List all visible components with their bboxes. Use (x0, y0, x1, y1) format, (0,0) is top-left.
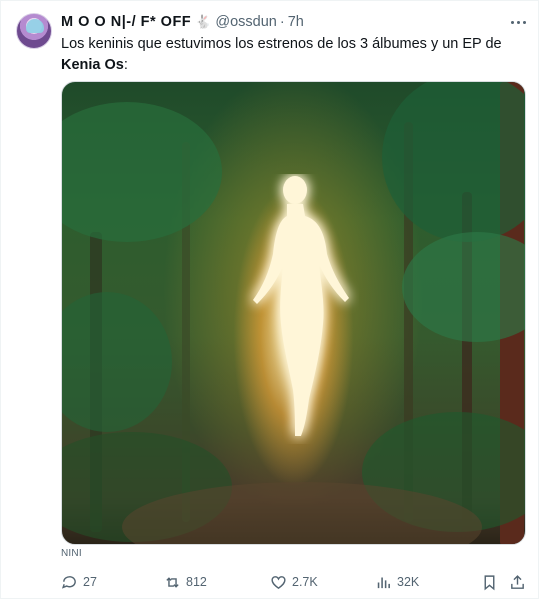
tweet-header: M O O N|-/ F* OFF 🐇 @ossdun · 7h (61, 12, 304, 32)
views-count: 32K (397, 575, 420, 589)
more-options-icon[interactable] (508, 13, 528, 31)
views-bar-chart-icon (377, 577, 390, 588)
timestamp[interactable]: 7h (288, 14, 304, 30)
tweet-text-end: : (123, 57, 128, 73)
tweet-text-plain: Los keninis que estuvimos los estrenos d… (61, 36, 502, 52)
separator-dot: · (279, 14, 285, 30)
foliage (62, 102, 222, 242)
share-icon (511, 574, 524, 589)
like-button[interactable]: 2.7K (270, 572, 318, 592)
tweet-text-bold[interactable]: Kenia Os (61, 57, 124, 73)
bookmark-button[interactable] (481, 572, 498, 592)
heart-icon (271, 575, 286, 589)
tweet-card[interactable]: M O O N|-/ F* OFF 🐇 @ossdun · 7h Los ken… (0, 0, 539, 599)
share-button[interactable] (509, 572, 526, 592)
retweet-count: 812 (186, 575, 207, 589)
reply-button[interactable]: 27 (61, 572, 97, 592)
tweet-media-image[interactable] (61, 81, 526, 545)
bookmark-icon (484, 574, 495, 590)
media-alt-label[interactable]: NINI (61, 548, 82, 559)
avatar[interactable] (16, 13, 52, 49)
glowing-figure (252, 176, 349, 436)
foliage (402, 232, 525, 342)
like-count: 2.7K (292, 575, 318, 589)
foliage (62, 292, 172, 432)
reply-count: 27 (83, 575, 97, 589)
author-name[interactable]: M O O N|-/ F* OFF (61, 14, 191, 30)
rabbit-icon: 🐇 (195, 14, 212, 29)
tweet-text: Los keninis que estuvimos los estrenos d… (61, 34, 527, 76)
views-button[interactable]: 32K (375, 572, 419, 592)
reply-icon (61, 575, 76, 589)
author-handle[interactable]: @ossdun (215, 14, 276, 30)
retweet-button[interactable]: 812 (164, 572, 207, 592)
retweet-icon (166, 576, 179, 588)
action-bar: 27 812 2.7K 32K (61, 572, 527, 592)
